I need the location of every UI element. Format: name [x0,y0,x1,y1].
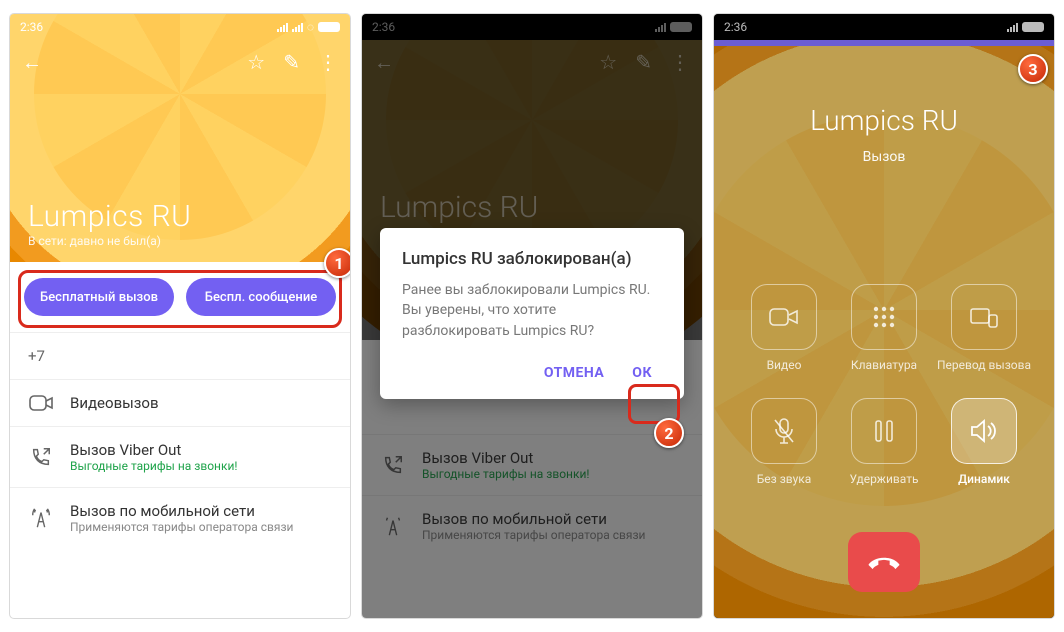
hero: 2:36 ◌ ← ☆ ✎ ⋮ Lumpics RU В сети: давно … [10,14,350,262]
video-button[interactable]: Видео [734,284,834,372]
screen-contact-info: 2:36 ◌ ← ☆ ✎ ⋮ Lumpics RU В сети: давно … [10,14,350,618]
star-icon[interactable]: ☆ [247,50,265,74]
step-marker-1: 1 [324,248,350,278]
screen-unblock-dialog: 2:36 ← ☆ ✎ ⋮ Lumpics RU Вызов Viber Out … [362,14,702,618]
step-marker-3: 3 [1018,54,1048,84]
viber-out-label: Вызов Viber Out [70,441,237,459]
primary-actions: Бесплатный вызов Беспл. сообщение [10,262,350,332]
viber-out-row[interactable]: Вызов Viber Out Выгодные тарифы на звонк… [10,426,350,487]
status-time: 2:36 [20,20,43,34]
free-message-button[interactable]: Беспл. сообщение [186,278,336,316]
call-controls: Видео Клавиатура Перевод вызова Без звук… [714,284,1054,486]
free-call-button[interactable]: Бесплатный вызов [24,278,174,316]
video-icon [751,284,817,350]
overflow-icon[interactable]: ⋮ [318,50,338,74]
phone-hangup-icon [867,545,901,579]
battery-icon [318,22,340,32]
step-marker-2: 2 [654,418,684,448]
pause-icon [851,398,917,464]
video-call-label: Видеовызов [70,394,159,412]
screen-outgoing-call: 2:36 Lumpics RU Вызов Видео Клавиатура [714,14,1054,618]
keypad-button[interactable]: Клавиатура [834,284,934,372]
phone-out-icon [28,446,54,468]
speaker-icon [951,398,1017,464]
mic-off-icon [751,398,817,464]
topbar: ← ☆ ✎ ⋮ [10,40,350,84]
status-time: 2:36 [724,20,747,34]
mute-button[interactable]: Без звука [734,398,834,486]
back-icon[interactable]: ← [22,50,42,75]
dialog-title: Lumpics RU заблокирован(а) [402,248,662,270]
dialog-body: Ранее вы заблокировали Lumpics RU. Вы ув… [402,280,662,341]
unblock-dialog: Lumpics RU заблокирован(а) Ранее вы забл… [380,228,684,399]
status-icons [1007,22,1044,32]
video-call-row[interactable]: Видеовызов [10,379,350,426]
ok-button[interactable]: ОК [622,357,662,389]
status-bar: 2:36 ◌ [10,14,350,40]
call-state: Вызов [714,149,1054,165]
contact-name: Lumpics RU [28,199,191,234]
videocam-icon [28,394,54,412]
edit-icon[interactable]: ✎ [283,50,300,74]
battery-icon [1022,22,1044,32]
cellular-label: Вызов по мобильной сети [70,502,293,520]
cell-tower-icon [28,507,54,529]
status-icons: ◌ [277,20,340,34]
contact-status: В сети: давно не был(а) [28,234,191,248]
hold-button[interactable]: Удерживать [834,398,934,486]
cancel-button[interactable]: ОТМЕНА [534,357,614,389]
phone-row[interactable]: +7 [10,332,350,379]
accent-bar [714,40,1054,46]
keypad-icon [851,284,917,350]
phone-number: +7 [28,347,45,365]
hangup-button[interactable] [848,532,920,592]
cellular-sub: Применяются тарифы оператора связи [70,520,293,534]
cellular-call-row[interactable]: Вызов по мобильной сети Применяются тари… [10,487,350,548]
status-bar: 2:36 [714,14,1054,40]
viber-out-sub: Выгодные тарифы на звонки! [70,459,237,473]
transfer-icon [951,284,1017,350]
transfer-button[interactable]: Перевод вызова [934,284,1034,372]
speaker-button[interactable]: Динамик [934,398,1034,486]
wifi-icon: ◌ [307,20,314,34]
call-contact-name: Lumpics RU [714,104,1054,137]
